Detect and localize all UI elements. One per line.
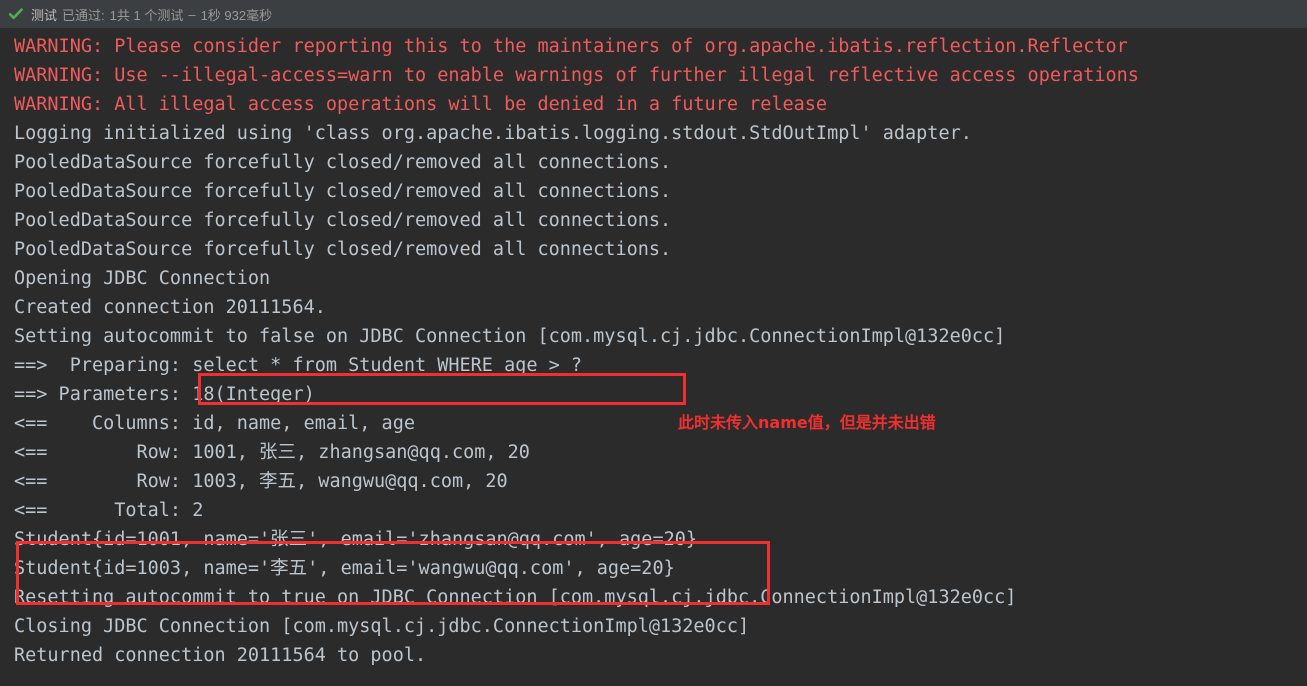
console-line: PooledDataSource forcefully closed/remov… <box>14 181 672 202</box>
console-line: ==> Preparing: select * from Student WHE… <box>14 355 583 376</box>
console-line: <== Total: 2 <box>14 500 204 521</box>
console-line: WARNING: All illegal access operations w… <box>14 94 828 115</box>
console-line: <== Row: 1001, 张三, zhangsan@qq.com, 20 <box>14 442 530 463</box>
console-line: Logging initialized using 'class org.apa… <box>14 123 972 144</box>
console-line: PooledDataSource forcefully closed/remov… <box>14 210 672 231</box>
console-line: Returned connection 20111564 to pool. <box>14 645 427 666</box>
console-line: Opening JDBC Connection <box>14 268 271 289</box>
console-line: Setting autocommit to false on JDBC Conn… <box>14 326 1006 347</box>
console-line: <== Columns: id, name, email, age <box>14 413 415 434</box>
status-label: 测试 <box>31 7 58 23</box>
console-line: PooledDataSource forcefully closed/remov… <box>14 239 672 260</box>
status-counts: 1共 1 个测试 <box>109 7 184 23</box>
console-line: <== Row: 1003, 李五, wangwu@qq.com, 20 <box>14 471 508 492</box>
test-status-bar: 测试 已通过: 1共 1 个测试 – 1秒 932毫秒 <box>0 0 1307 28</box>
console-line: ==> Parameters: 18(Integer) <box>14 384 315 405</box>
console-line: Created connection 20111564. <box>14 297 326 318</box>
console-line-list: WARNING: Please consider reporting this … <box>14 32 1307 670</box>
status-duration: 1秒 932毫秒 <box>200 7 273 23</box>
console-line: Student{id=1001, name='张三', email='zhang… <box>14 529 698 550</box>
console-line: Resetting autocommit to true on JDBC Con… <box>14 587 1017 608</box>
console-output-panel[interactable]: WARNING: Please consider reporting this … <box>0 28 1307 686</box>
status-result: 已通过: <box>62 7 105 23</box>
status-separator: – <box>188 6 196 22</box>
console-line: Closing JDBC Connection [com.mysql.cj.jd… <box>14 616 750 637</box>
console-line: WARNING: Use --illegal-access=warn to en… <box>14 65 1139 86</box>
check-icon <box>8 8 23 20</box>
console-line: Student{id=1003, name='李五', email='wangw… <box>14 558 675 579</box>
console-line: WARNING: Please consider reporting this … <box>14 36 1128 57</box>
console-line: PooledDataSource forcefully closed/remov… <box>14 152 672 173</box>
annotation-note: 此时未传入name值，但是并未出错 <box>678 413 936 432</box>
